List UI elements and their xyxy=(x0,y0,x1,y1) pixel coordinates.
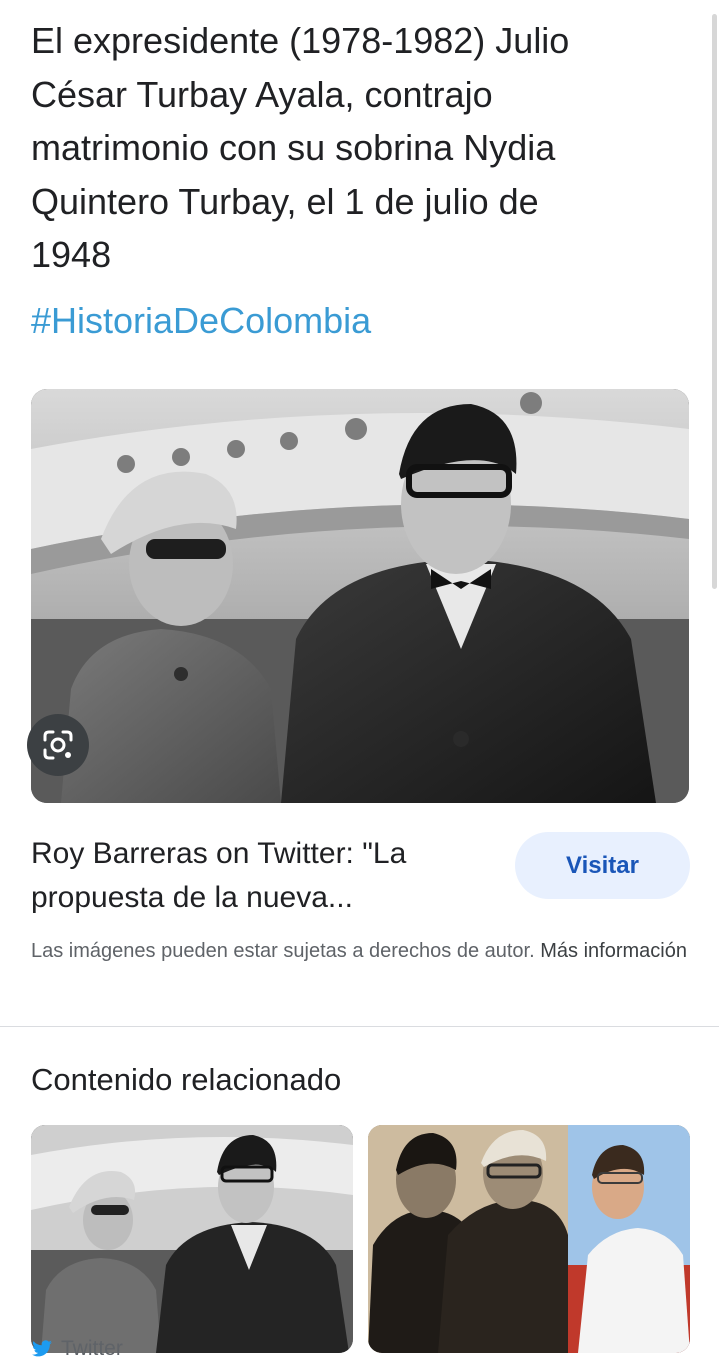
tweet-text: El expresidente (1978-1982) Julio César … xyxy=(31,14,681,282)
scrollbar[interactable] xyxy=(712,14,717,589)
twitter-bird-icon xyxy=(32,1340,52,1357)
result-title-line: Roy Barreras on Twitter: "La xyxy=(31,837,407,870)
related-source-label: Twitter xyxy=(61,1337,123,1360)
related-thumbnail[interactable] xyxy=(31,1125,353,1353)
google-lens-icon xyxy=(43,730,73,760)
result-title-line: propuesta de la nueva... xyxy=(31,881,353,914)
related-thumbnail[interactable] xyxy=(368,1125,690,1353)
tweet-line: Quintero Turbay, el 1 de julio de xyxy=(31,180,539,222)
tweet-line: 1948 xyxy=(31,234,112,275)
visit-button[interactable]: Visitar xyxy=(515,832,690,899)
hero-image[interactable] xyxy=(31,389,689,803)
copyright-text: Las imágenes pueden estar sujetas a dere… xyxy=(31,940,535,962)
section-divider xyxy=(0,1026,719,1027)
copyright-notice: Las imágenes pueden estar sujetas a dere… xyxy=(31,936,691,966)
image-result-page: El expresidente (1978-1982) Julio César … xyxy=(0,0,719,1367)
related-collage-illustration xyxy=(368,1125,690,1353)
hashtag-link[interactable]: #HistoriaDeColombia xyxy=(31,296,371,346)
lens-search-button[interactable] xyxy=(27,714,89,776)
result-title[interactable]: Roy Barreras on Twitter: "La propuesta d… xyxy=(31,832,491,920)
related-content-title: Contenido relacionado xyxy=(31,1062,342,1097)
hero-photo-illustration xyxy=(31,389,689,803)
more-info-link[interactable]: Más información xyxy=(540,940,687,962)
related-source[interactable]: Twitter xyxy=(31,1337,123,1361)
tweet-line: El expresidente (1978-1982) Julio xyxy=(31,20,570,61)
related-photo-illustration xyxy=(31,1125,353,1353)
tweet-line: César Turbay Ayala, contrajo xyxy=(31,73,493,115)
tweet-line: matrimonio con su sobrina Nydia xyxy=(31,127,556,168)
